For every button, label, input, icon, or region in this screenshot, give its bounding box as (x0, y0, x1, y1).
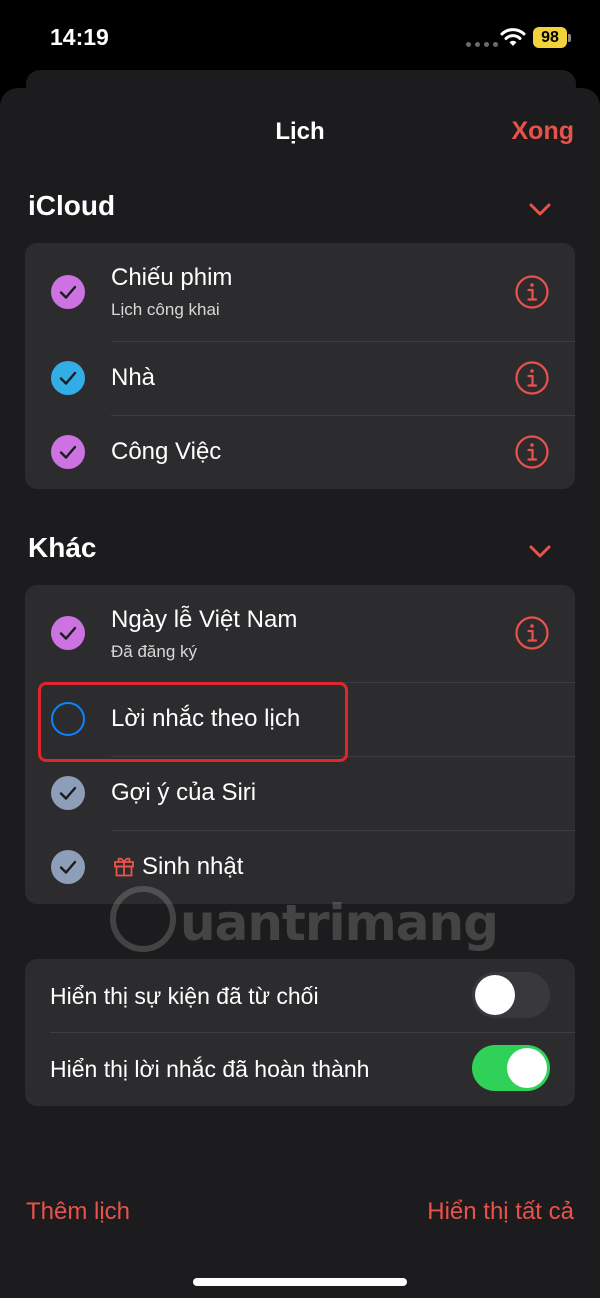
calendar-label: Chiếu phim (111, 264, 233, 291)
toggle-knob (475, 975, 515, 1015)
calendar-sublabel: Đã đăng ký (111, 642, 197, 661)
info-icon[interactable] (515, 361, 549, 395)
watermark-text: uantrimang (180, 894, 499, 952)
info-icon[interactable] (515, 616, 549, 650)
toggle-row-declined-events: Hiển thị sự kiện đã từ chối (25, 959, 575, 1032)
gift-icon (114, 857, 134, 877)
highlight-box (38, 682, 348, 762)
toggle-label: Hiển thị sự kiện đã từ chối (50, 983, 319, 1009)
status-time: 14:19 (50, 24, 109, 50)
calendar-row-nha[interactable]: Nhà (25, 342, 575, 415)
home-indicator[interactable] (193, 1278, 407, 1286)
watermark: uantrimang (110, 880, 499, 960)
completed-reminders-toggle[interactable] (472, 1045, 550, 1091)
wifi-icon (500, 28, 526, 46)
calendar-label: Nhà (111, 364, 156, 391)
calendar-label: Ngày lễ Việt Nam (111, 606, 298, 633)
calendar-label: Công Việc (111, 438, 222, 465)
section-title-khac: Khác (28, 532, 97, 563)
chevron-down-icon[interactable] (529, 545, 551, 559)
calendar-row-ngay-le[interactable]: Ngày lễ Việt Nam Đã đăng ký (25, 585, 575, 682)
toggle-knob (507, 1048, 547, 1088)
status-bar: 14:19 98 (0, 0, 600, 78)
show-all-button[interactable]: Hiển thị tất cả (427, 1198, 574, 1226)
toggle-row-completed-reminders: Hiển thị lời nhắc đã hoàn thành (25, 1033, 575, 1106)
settings-toggle-list: Hiển thị sự kiện đã từ chối Hiển thị lời… (25, 959, 575, 1106)
battery-tip (568, 34, 571, 42)
calendar-label: Sinh nhật (142, 853, 244, 880)
info-icon[interactable] (515, 275, 549, 309)
battery-indicator: 98 (533, 27, 567, 48)
icloud-calendar-list: Chiếu phim Lịch công khai Nhà Công Việc (25, 243, 575, 489)
cellular-signal-icon (466, 42, 498, 47)
calendar-row-cong-viec[interactable]: Công Việc (25, 416, 575, 489)
checkmark-icon[interactable] (51, 616, 85, 650)
lightbulb-logo-icon (110, 886, 176, 952)
calendar-label: Gợi ý của Siri (111, 779, 257, 806)
calendar-sublabel: Lịch công khai (111, 300, 220, 319)
page-title: Lịch (275, 118, 325, 145)
section-title-icloud: iCloud (28, 190, 116, 221)
checkmark-icon[interactable] (51, 275, 85, 309)
checkmark-icon[interactable] (51, 435, 85, 469)
calendar-row-goi-y-siri[interactable]: Gợi ý của Siri (25, 757, 575, 830)
add-calendar-button[interactable]: Thêm lịch (26, 1198, 130, 1226)
done-button[interactable]: Xong (512, 117, 575, 146)
calendar-row-chieu-phim[interactable]: Chiếu phim Lịch công khai (25, 243, 575, 341)
declined-events-toggle[interactable] (472, 972, 550, 1018)
checkmark-icon[interactable] (51, 776, 85, 810)
info-icon[interactable] (515, 435, 549, 469)
chevron-down-icon[interactable] (529, 203, 551, 217)
checkmark-icon[interactable] (51, 850, 85, 884)
toggle-label: Hiển thị lời nhắc đã hoàn thành (50, 1056, 370, 1082)
checkmark-icon[interactable] (51, 361, 85, 395)
